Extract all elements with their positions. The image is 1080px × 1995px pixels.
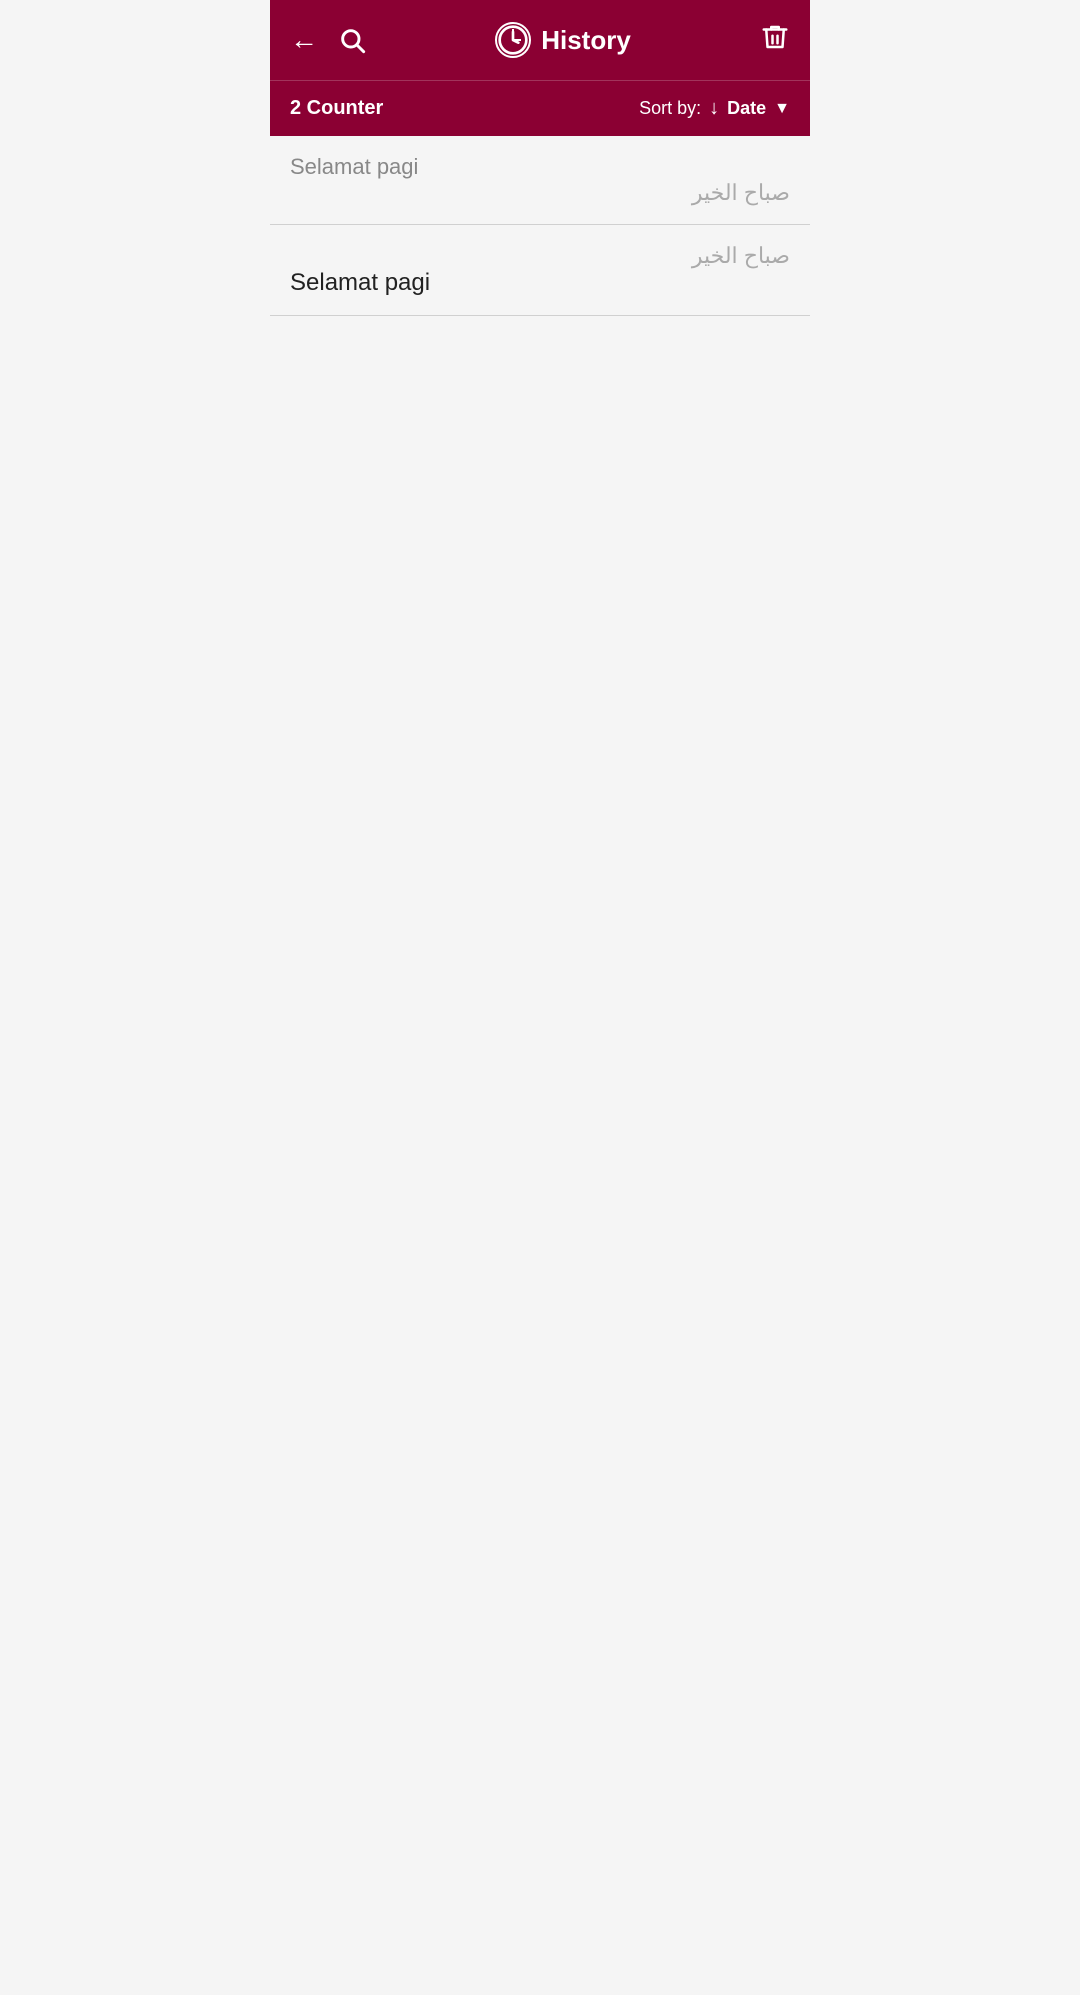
list-item[interactable]: Selamat pagi صباح الخير bbox=[270, 136, 810, 225]
header: ← History bbox=[270, 0, 810, 80]
item-original-text: Selamat pagi bbox=[290, 154, 418, 180]
history-list: Selamat pagi صباح الخير صباح الخير Selam… bbox=[270, 136, 810, 316]
item-translation-row-2: صباح الخير bbox=[290, 243, 790, 269]
header-left: ← bbox=[290, 24, 366, 56]
trash-icon[interactable] bbox=[760, 22, 790, 59]
item-translation-row: صباح الخير bbox=[290, 180, 790, 206]
clock-icon bbox=[495, 22, 531, 58]
item-translation-text: صباح الخير bbox=[692, 180, 790, 206]
dropdown-arrow-icon: ▼ bbox=[774, 100, 790, 118]
header-center: History bbox=[366, 22, 760, 58]
sort-direction-icon: ↓ bbox=[709, 97, 719, 120]
header-title: History bbox=[541, 25, 631, 56]
sort-by-label: Sort by: bbox=[639, 98, 701, 119]
item-original-row-2: Selamat pagi bbox=[290, 269, 790, 297]
item-translation-text-2: صباح الخير bbox=[692, 243, 790, 269]
sort-value-label: Date bbox=[727, 98, 766, 119]
subheader: 2 Counter Sort by: ↓ Date ▼ bbox=[270, 80, 810, 136]
back-icon[interactable]: ← bbox=[290, 24, 318, 56]
list-item[interactable]: صباح الخير Selamat pagi bbox=[270, 225, 810, 316]
item-original-row: Selamat pagi bbox=[290, 154, 790, 180]
counter-label: 2 Counter bbox=[290, 97, 383, 120]
item-original-text-2: Selamat pagi bbox=[290, 269, 430, 297]
sort-section[interactable]: Sort by: ↓ Date ▼ bbox=[639, 97, 790, 120]
search-icon[interactable] bbox=[338, 26, 366, 54]
